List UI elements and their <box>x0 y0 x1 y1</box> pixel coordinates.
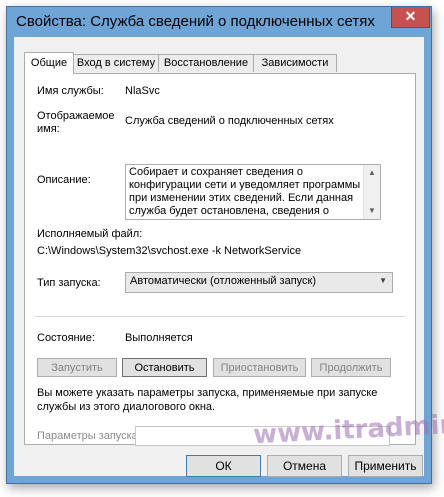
general-tab-panel: Имя службы: NlaSvc Отображаемое имя: Слу… <box>24 73 444 450</box>
resume-service-button[interactable]: Продолжить <box>311 358 391 377</box>
start-params-hint-line1: Вы можете указать параметры запуска, при… <box>37 387 378 399</box>
scroll-down-icon[interactable]: ▼ <box>364 203 380 219</box>
service-name-value: NlaSvc <box>125 85 160 97</box>
tab-general[interactable]: Общие <box>24 52 74 74</box>
executable-label: Исполняемый файл: <box>37 228 143 240</box>
cancel-button[interactable]: Отмена <box>267 455 342 477</box>
display-name-label-line2: имя: <box>37 123 60 135</box>
start-params-label: Параметры запуска: <box>37 430 141 442</box>
status-label: Состояние: <box>37 332 95 344</box>
display-name-label: Отображаемое <box>37 110 115 122</box>
start-service-button[interactable]: Запустить <box>37 358 117 377</box>
description-text: Собирает и сохраняет сведения о конфигур… <box>129 166 361 219</box>
pause-service-button[interactable]: Приостановить <box>213 358 306 377</box>
start-params-input[interactable] <box>135 426 390 446</box>
display-name-value: Служба сведений о подключенных сетях <box>125 115 334 127</box>
ok-button[interactable]: ОК <box>186 455 261 477</box>
description-scrollbar[interactable]: ▲ ▼ <box>363 165 380 219</box>
close-icon: ✕ <box>404 8 417 24</box>
properties-window: Свойства: Служба сведений о подключенных… <box>6 6 444 484</box>
startup-type-label: Тип запуска: <box>37 277 101 289</box>
start-params-hint-line2: службы из этого диалогового окна. <box>37 401 216 413</box>
dialog-client-area: Общие Вход в систему Восстановление Зави… <box>14 37 444 477</box>
service-name-label: Имя службы: <box>37 85 104 97</box>
tab-log-on[interactable]: Вход в систему <box>73 54 159 72</box>
startup-type-select[interactable]: Автоматически (отложенный запуск) ▼ <box>125 272 393 293</box>
scroll-up-icon[interactable]: ▲ <box>364 165 380 181</box>
apply-button[interactable]: Применить <box>348 455 423 477</box>
description-label: Описание: <box>37 174 91 186</box>
window-title: Свойства: Служба сведений о подключенных… <box>16 13 375 30</box>
divider <box>35 316 405 317</box>
startup-type-value: Автоматически (отложенный запуск) <box>130 275 317 287</box>
stop-service-button[interactable]: Остановить <box>122 358 207 377</box>
executable-path: C:\Windows\System32\svchost.exe -k Netwo… <box>37 245 302 257</box>
close-button[interactable]: ✕ <box>391 7 430 28</box>
description-textbox[interactable]: Собирает и сохраняет сведения о конфигур… <box>125 164 381 220</box>
tab-dependencies[interactable]: Зависимости <box>253 54 337 72</box>
tab-recovery[interactable]: Восстановление <box>158 54 254 72</box>
status-value: Выполняется <box>125 332 193 344</box>
title-bar[interactable]: Свойства: Служба сведений о подключенных… <box>7 7 431 37</box>
chevron-down-icon: ▼ <box>379 276 387 285</box>
